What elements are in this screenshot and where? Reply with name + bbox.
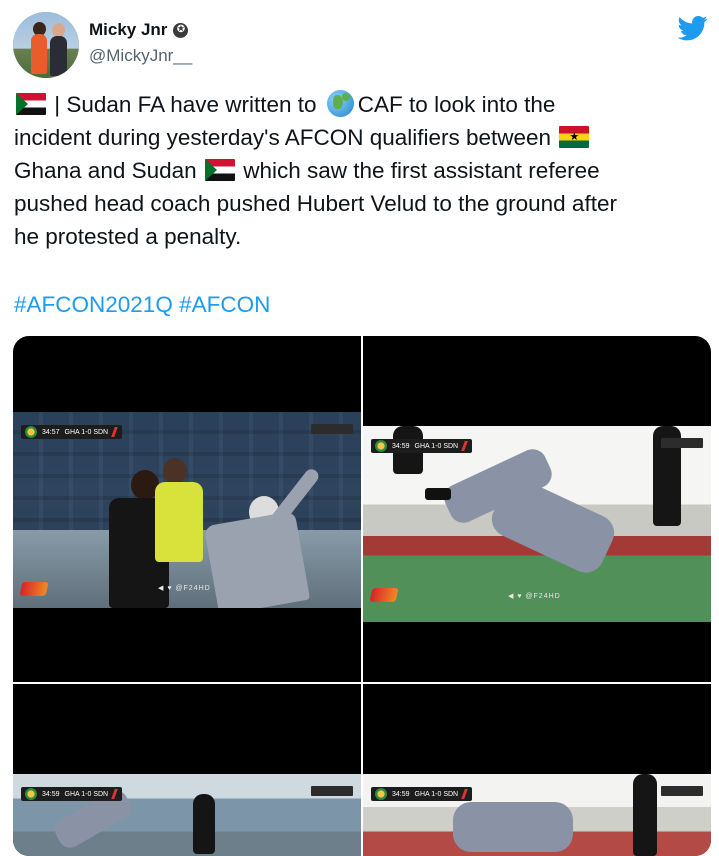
match-score: GHA 1-0 SDN	[414, 442, 459, 450]
match-clock: 34:59	[42, 790, 60, 798]
match-clock: 34:59	[392, 790, 410, 798]
sudan-flag-icon	[204, 159, 235, 181]
scoreboard: 34:59 GHA 1-0 SDN	[371, 787, 473, 801]
media-image-1[interactable]: 34:57 GHA 1-0 SDN ◀ ♥ @F24HD	[13, 336, 361, 682]
scoreboard: 34:59 GHA 1-0 SDN	[21, 787, 123, 801]
social-handle: ◀ ♥ @F24HD	[508, 593, 561, 600]
hashtag-afcon[interactable]: #AFCON	[179, 292, 270, 317]
broadcaster-logo	[369, 588, 399, 602]
verified-badge-icon: ✪	[173, 22, 189, 38]
tweet-line-5: he protested a penalty.	[14, 224, 242, 249]
tweet-line-1b: CAF to look into the	[357, 92, 556, 117]
tweet-line-3b: which saw the first assistant referee	[243, 158, 600, 183]
twitter-bird-icon[interactable]	[676, 13, 710, 43]
tweet-line-4: pushed head coach pushed Hubert Velud to…	[14, 191, 617, 216]
media-image-2[interactable]: 34:59 GHA 1-0 SDN ◀ ♥ @F24HD	[363, 336, 711, 682]
media-image-4[interactable]: 34:59 GHA 1-0 SDN	[363, 684, 711, 856]
social-handle: ◀ ♥ @F24HD	[158, 585, 211, 592]
author-handle[interactable]: @MickyJnr__	[89, 46, 192, 66]
broadcaster-logo	[19, 582, 49, 596]
scoreboard: 34:59 GHA 1-0 SDN	[371, 439, 473, 453]
media-image-3[interactable]: 34:59 GHA 1-0 SDN	[13, 684, 361, 856]
tweet-line-1a: | Sudan FA have written to	[54, 92, 317, 117]
match-score: GHA 1-0 SDN	[64, 790, 109, 798]
display-name[interactable]: Micky Jnr	[89, 20, 167, 40]
media-grid: 34:57 GHA 1-0 SDN ◀ ♥ @F24HD 34:59 GHA 1…	[13, 336, 711, 856]
hashtags: #AFCON2021Q #AFCON	[14, 288, 270, 321]
match-clock: 34:59	[392, 442, 410, 450]
author-name-row[interactable]: Micky Jnr ✪	[89, 20, 189, 40]
scoreboard: 34:57 GHA 1-0 SDN	[21, 425, 123, 439]
ghana-flag-icon	[559, 126, 590, 148]
tweet-line-2: incident during yesterday's AFCON qualif…	[14, 125, 552, 150]
sudan-flag-icon	[16, 93, 46, 115]
match-clock: 34:57	[42, 428, 60, 436]
globe-africa-icon	[326, 90, 354, 117]
match-score: GHA 1-0 SDN	[414, 790, 459, 798]
hashtag-afcon2021q[interactable]: #AFCON2021Q	[14, 292, 173, 317]
match-score: GHA 1-0 SDN	[64, 428, 109, 436]
avatar[interactable]	[13, 12, 79, 78]
tweet-line-3a: Ghana and Sudan	[14, 158, 197, 183]
tweet-text: | Sudan FA have written to CAF to look i…	[14, 88, 709, 253]
